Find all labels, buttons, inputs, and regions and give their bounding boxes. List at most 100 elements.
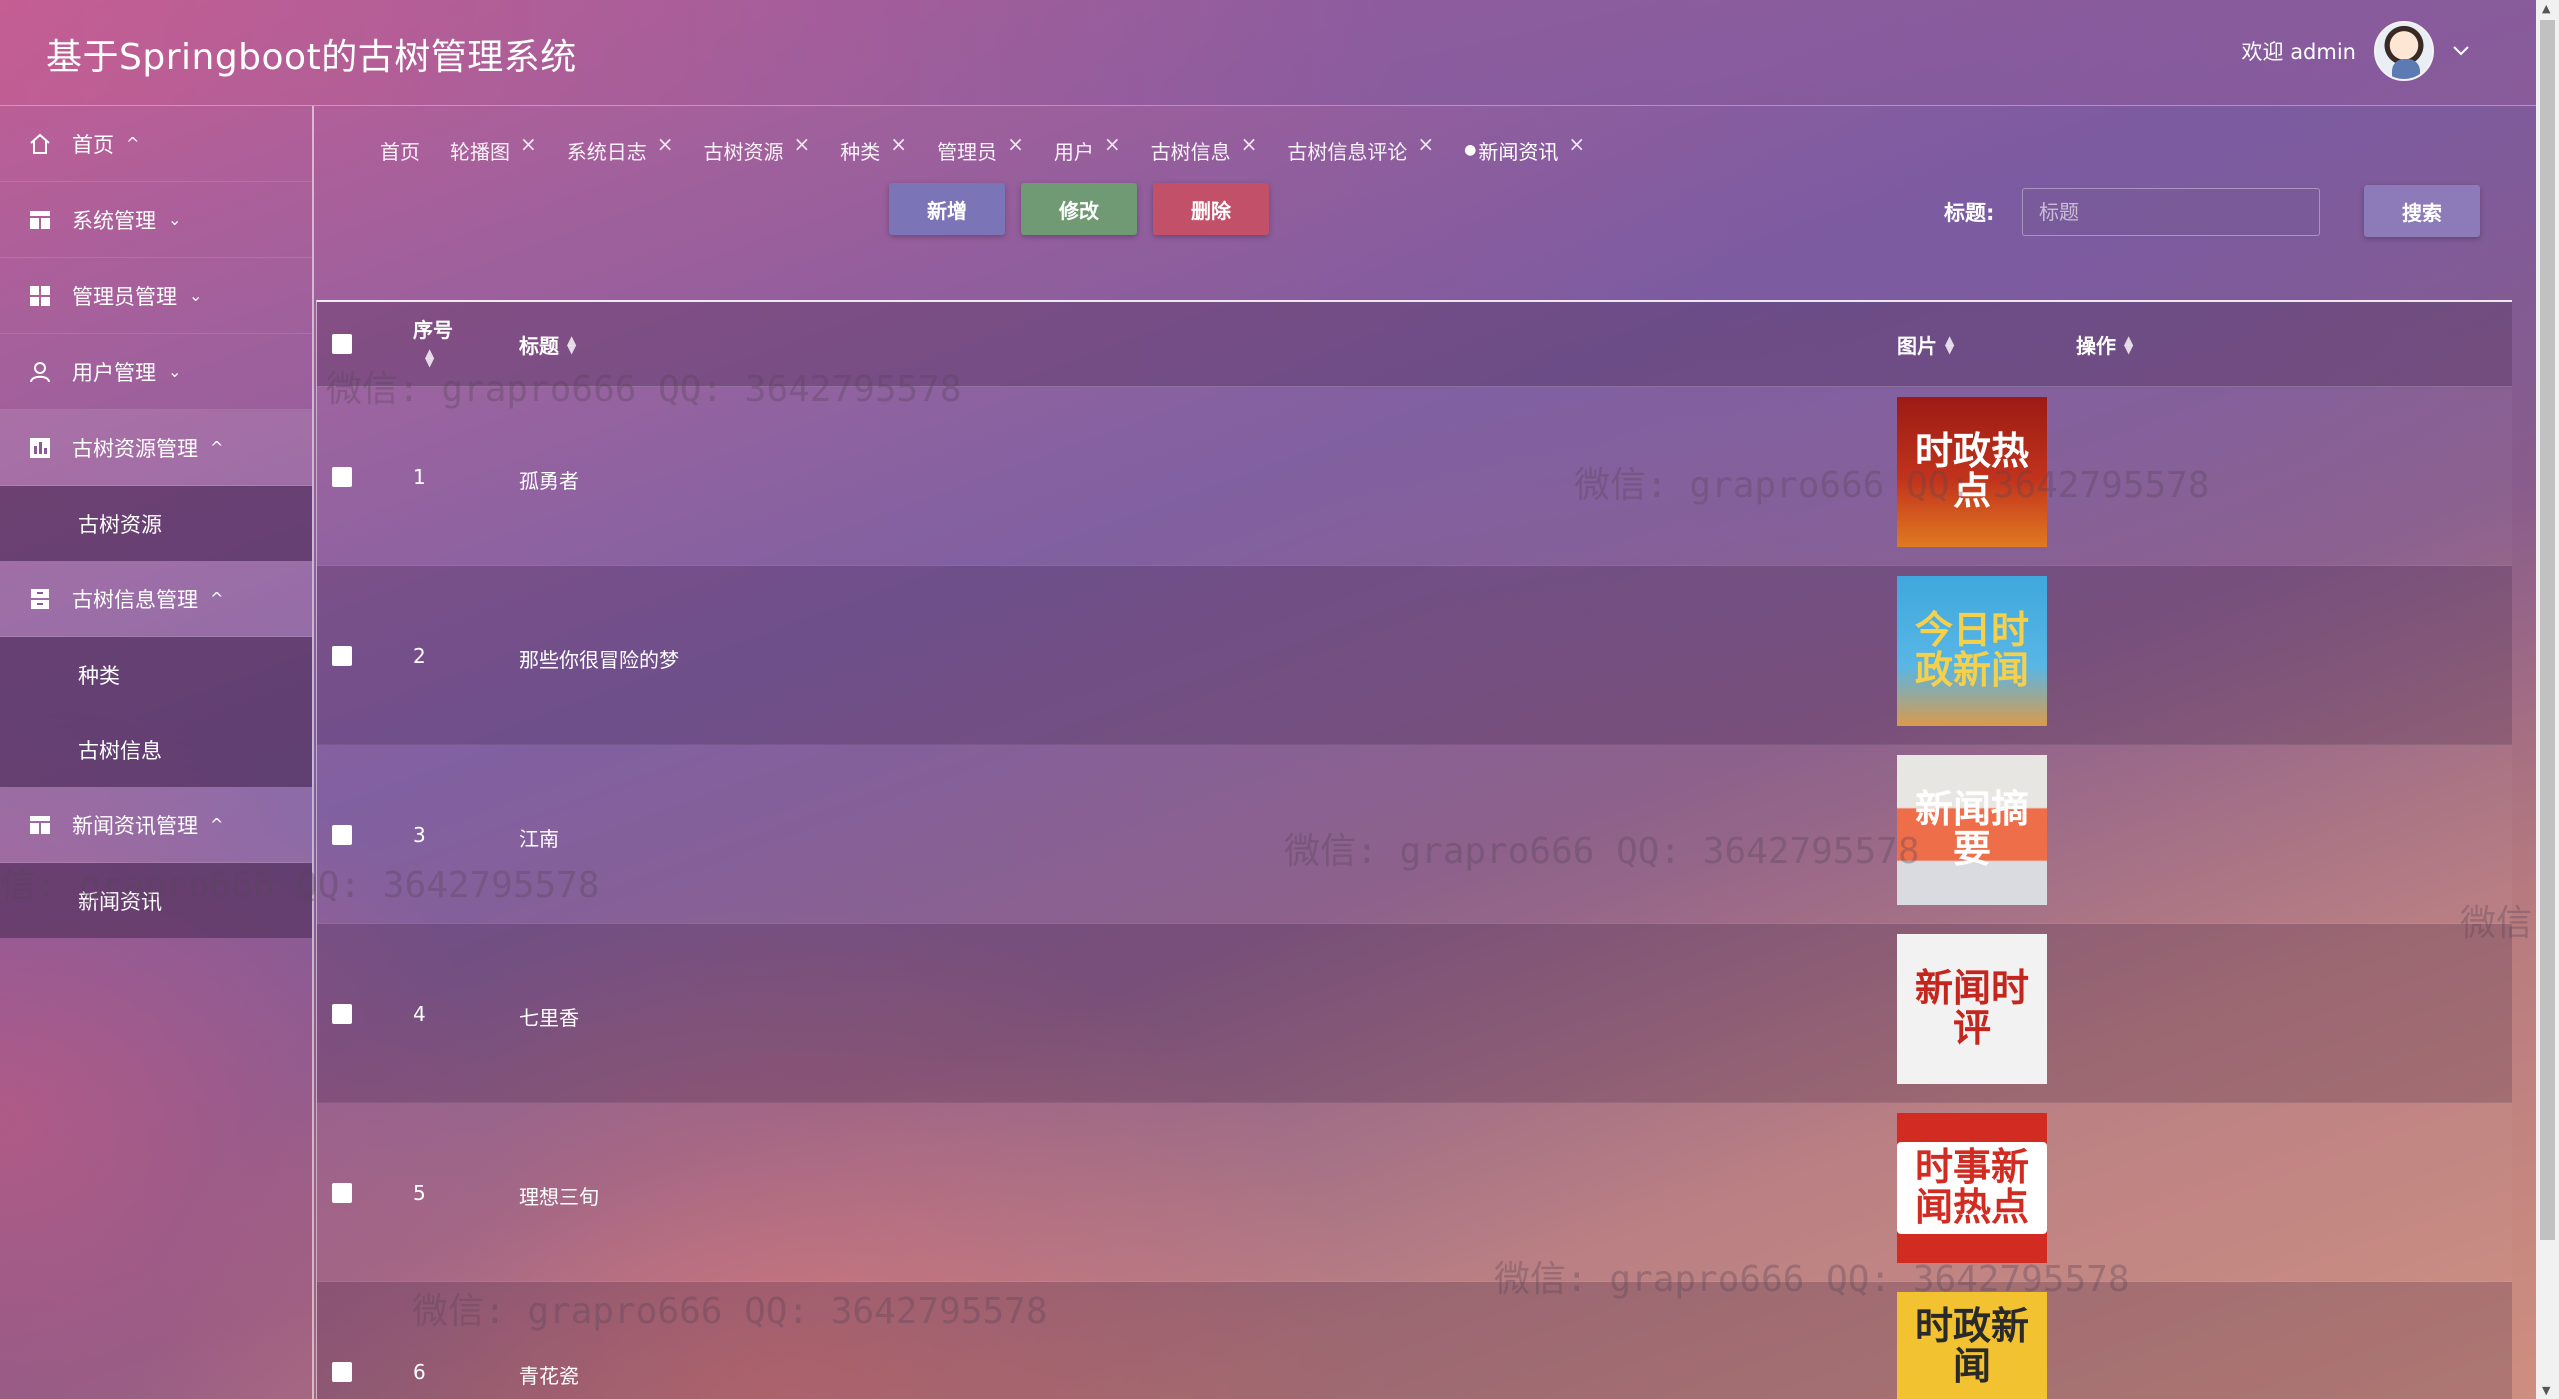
row-checkbox[interactable]: [332, 1183, 352, 1203]
tab-user[interactable]: 用户 ×: [1054, 132, 1121, 165]
close-icon[interactable]: ×: [1241, 132, 1258, 156]
tab-news[interactable]: 新闻资讯×: [1464, 132, 1585, 165]
sidebar-item-admins[interactable]: 管理员管理 ⌄: [0, 258, 312, 334]
close-icon[interactable]: ×: [1568, 132, 1585, 156]
tab-tree-resource[interactable]: 古树资源 ×: [704, 132, 811, 165]
home-icon: [26, 130, 54, 158]
submenu-tree-resources: 古树资源: [0, 486, 312, 561]
close-icon[interactable]: ×: [520, 132, 537, 156]
row-index: 5: [413, 1181, 426, 1205]
news-thumbnail[interactable]: 时政热点: [1897, 397, 2047, 547]
row-checkbox[interactable]: [332, 825, 352, 845]
table-row[interactable]: 3 江南 新闻摘要: [317, 745, 2512, 924]
welcome-text: 欢迎 admin: [2241, 40, 2356, 64]
table-icon: [26, 206, 54, 234]
add-button[interactable]: 新增: [889, 183, 1005, 235]
chevron-down-icon: ⌄: [168, 362, 182, 381]
table-row[interactable]: 2 那些你很冒险的梦 今日时政新闻: [317, 566, 2512, 745]
sidebar-subitem-tree-resource[interactable]: 古树资源: [0, 486, 312, 561]
table-row[interactable]: 4 七里香 新闻时评: [317, 924, 2512, 1103]
column-actions[interactable]: 操作 ▲ ▼: [2076, 330, 2133, 359]
sidebar-subitem-news[interactable]: 新闻资讯: [0, 863, 312, 938]
chevron-up-icon: ^: [126, 134, 140, 153]
scroll-up-icon[interactable]: ▲: [2542, 2, 2550, 15]
sidebar-item-users[interactable]: 用户管理 ⌄: [0, 334, 312, 410]
column-index[interactable]: 序号 ▲ ▼: [413, 314, 453, 368]
chevron-up-icon: ^: [210, 815, 224, 834]
close-icon[interactable]: ×: [1104, 132, 1121, 156]
chevron-down-icon[interactable]: [2452, 41, 2470, 62]
news-table: 序号 ▲ ▼ 标题 ▲ ▼ 图片 ▲ ▼ 操作 ▲ ▼ 1 孤勇者 时政热点 2 那些你…: [316, 300, 2512, 1399]
sidebar-subitem-species[interactable]: 种类: [0, 637, 312, 712]
user-menu[interactable]: 欢迎 admin: [2242, 20, 2470, 82]
column-title[interactable]: 标题 ▲ ▼: [519, 330, 576, 359]
row-title: 孤勇者: [519, 469, 579, 493]
sidebar-item-label: 首页: [72, 132, 114, 157]
tab-carousel[interactable]: 轮播图 ×: [450, 132, 537, 165]
tab-system-log[interactable]: 系统日志 ×: [567, 132, 674, 165]
scroll-thumb[interactable]: [2540, 20, 2555, 1240]
row-checkbox[interactable]: [332, 1004, 352, 1024]
sidebar-subitem-tree-info[interactable]: 古树信息: [0, 712, 312, 787]
search-input[interactable]: [2022, 188, 2320, 236]
close-icon[interactable]: ×: [794, 132, 811, 156]
close-icon[interactable]: ×: [890, 132, 907, 156]
sidebar-item-label: 用户管理: [72, 360, 156, 385]
table-header: 序号 ▲ ▼ 标题 ▲ ▼ 图片 ▲ ▼ 操作 ▲ ▼: [317, 302, 2512, 387]
sidebar-item-home[interactable]: 首页 ^: [0, 106, 312, 182]
sidebar-item-tree-resources[interactable]: 古树资源管理 ^: [0, 410, 312, 486]
table-row[interactable]: 1 孤勇者 时政热点: [317, 387, 2512, 566]
row-title: 江南: [519, 827, 559, 851]
close-icon[interactable]: ×: [1417, 132, 1434, 156]
delete-button[interactable]: 删除: [1153, 183, 1269, 235]
news-thumbnail[interactable]: 新闻摘要: [1897, 755, 2047, 905]
grid-icon: [26, 282, 54, 310]
vertical-scrollbar[interactable]: ▲ ▼: [2536, 0, 2559, 1399]
avatar[interactable]: [2374, 21, 2434, 81]
sort-icon[interactable]: ▲ ▼: [567, 334, 576, 355]
table-row[interactable]: 6 青花瓷 时政新闻: [317, 1282, 2512, 1399]
sidebar-item-tree-info[interactable]: 古树信息管理 ^: [0, 561, 312, 637]
row-index: 1: [413, 465, 426, 489]
search-button[interactable]: 搜索: [2364, 185, 2480, 237]
sidebar-item-label: 古树资源管理: [72, 436, 198, 461]
tab-tree-info[interactable]: 古树信息 ×: [1151, 132, 1258, 165]
close-icon[interactable]: ×: [657, 132, 674, 156]
archive-icon: [26, 585, 54, 613]
news-thumbnail[interactable]: 时政新闻: [1897, 1292, 2047, 1399]
tab-tree-comments[interactable]: 古树信息评论 ×: [1287, 132, 1434, 165]
row-title: 青花瓷: [519, 1364, 579, 1388]
news-thumbnail[interactable]: 新闻时评: [1897, 934, 2047, 1084]
news-thumbnail[interactable]: 时事新闻热点: [1897, 1113, 2047, 1263]
sidebar-item-label: 古树信息管理: [72, 587, 198, 612]
chevron-down-icon: ⌄: [189, 286, 203, 305]
submenu-tree-info: 种类 古树信息: [0, 637, 312, 787]
select-all-checkbox[interactable]: [332, 334, 352, 354]
app-title: 基于Springboot的古树管理系统: [46, 37, 577, 78]
sort-icon[interactable]: ▲ ▼: [2124, 334, 2133, 355]
news-thumbnail[interactable]: 今日时政新闻: [1897, 576, 2047, 726]
scroll-down-icon[interactable]: ▼: [2542, 1384, 2550, 1397]
sort-icon[interactable]: ▲ ▼: [425, 347, 434, 368]
user-icon: [26, 358, 54, 386]
row-index: 6: [413, 1360, 426, 1384]
row-title: 那些你很冒险的梦: [519, 648, 679, 672]
sidebar-item-system[interactable]: 系统管理 ⌄: [0, 182, 312, 258]
tab-home[interactable]: 首页: [380, 136, 420, 165]
chart-icon: [26, 434, 54, 462]
tab-species[interactable]: 种类 ×: [840, 132, 907, 165]
sidebar-item-label: 管理员管理: [72, 284, 177, 309]
row-checkbox[interactable]: [332, 467, 352, 487]
tab-admin[interactable]: 管理员 ×: [937, 132, 1024, 165]
sidebar-item-news[interactable]: 新闻资讯管理 ^: [0, 787, 312, 863]
search-label: 标题:: [1944, 201, 1995, 225]
top-header: 基于Springboot的古树管理系统 欢迎 admin: [0, 0, 2536, 106]
row-checkbox[interactable]: [332, 646, 352, 666]
close-icon[interactable]: ×: [1007, 132, 1024, 156]
tab-bar: 首页 轮播图 × 系统日志 × 古树资源 × 种类 × 管理员 × 用户 × 古树信息 × 古…: [380, 132, 1615, 168]
table-row[interactable]: 5 理想三旬 时事新闻热点: [317, 1103, 2512, 1282]
sort-icon[interactable]: ▲ ▼: [1945, 334, 1954, 355]
column-image[interactable]: 图片 ▲ ▼: [1897, 330, 1954, 359]
row-checkbox[interactable]: [332, 1362, 352, 1382]
edit-button[interactable]: 修改: [1021, 183, 1137, 235]
